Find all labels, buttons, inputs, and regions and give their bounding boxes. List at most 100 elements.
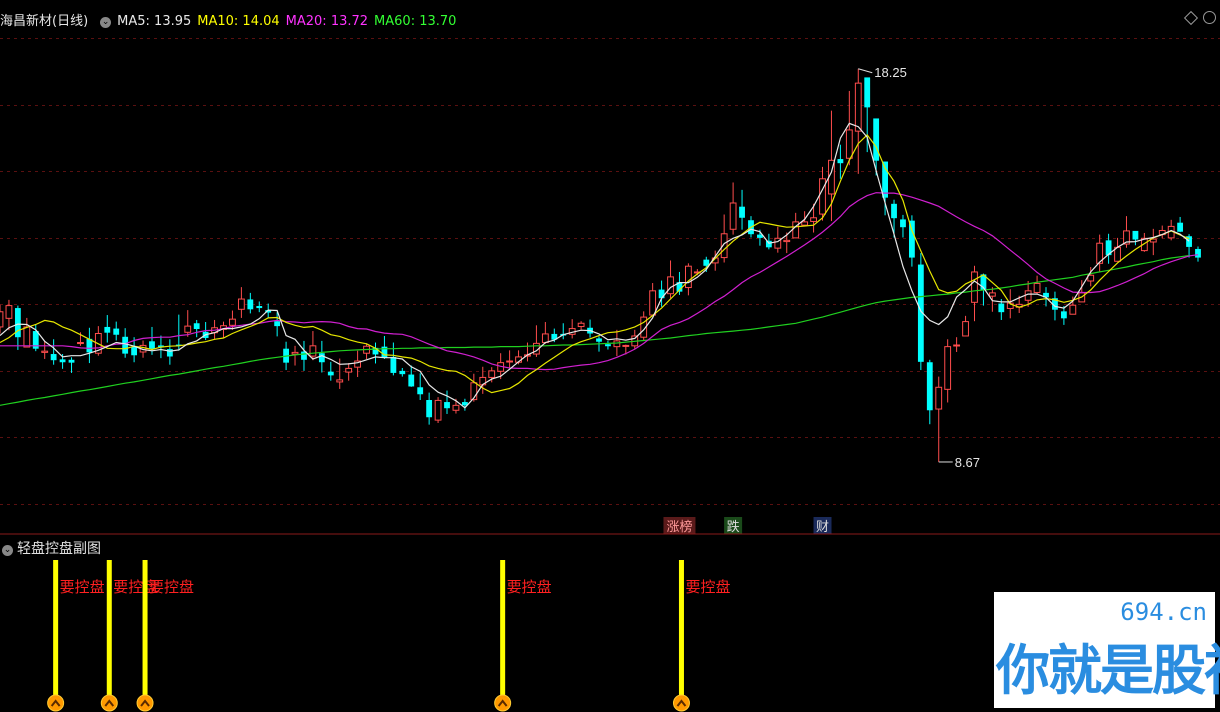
watermark-text: 你就是股神 <box>996 639 1220 702</box>
candle-body <box>452 404 460 411</box>
candle-body <box>541 333 549 344</box>
candle-body <box>1132 230 1139 240</box>
candle-body <box>729 202 737 230</box>
candle-body <box>765 240 772 248</box>
candle-body <box>237 298 245 310</box>
candle-body <box>274 321 281 327</box>
candle-body <box>104 326 111 333</box>
control-signal-subchart: 要控盘 要控盘要控盘 要控盘 要控盘 <box>47 560 730 712</box>
signal-bar <box>142 560 148 700</box>
candle-body <box>900 219 906 228</box>
candle-body <box>845 129 853 159</box>
event-tag-label: 涨榜 <box>666 519 692 535</box>
candle-body <box>596 338 602 342</box>
candle-body <box>149 341 155 349</box>
candle-body <box>434 399 442 421</box>
candle-body <box>953 344 961 347</box>
candle-body <box>229 318 236 326</box>
subchart-title: ⌄ 轻盘控盘副图 <box>0 538 101 558</box>
event-tag-label: 财 <box>816 520 829 535</box>
candle-body <box>5 305 13 319</box>
top-toolbar-strip[interactable] <box>0 0 1220 6</box>
candle-body <box>971 271 978 303</box>
ma20-label: MA20: 13.72 <box>285 14 369 29</box>
signal-bar <box>678 560 684 700</box>
signal-marker <box>494 694 512 712</box>
candlestick-series <box>0 68 1201 462</box>
signal-marker <box>100 694 118 712</box>
candle-body <box>801 221 809 226</box>
grid-lines <box>0 38 1220 505</box>
subchart-title-text: 轻盘控盘副图 <box>17 541 101 557</box>
candle-body <box>184 325 192 333</box>
candle-body <box>891 203 897 219</box>
candle-body <box>613 340 621 348</box>
candle-body <box>667 276 674 295</box>
candle-body <box>247 299 254 310</box>
dropdown-icon[interactable]: ⌄ <box>100 17 112 28</box>
candle-body <box>944 346 952 390</box>
signal-bar <box>106 560 112 700</box>
candle-body <box>345 367 353 373</box>
candle-body <box>488 370 496 378</box>
candle-body <box>122 336 129 354</box>
candle-body <box>77 342 84 345</box>
candle-body <box>837 159 844 164</box>
candle-body <box>506 360 514 363</box>
signal-marker <box>47 694 65 712</box>
candle-body <box>935 386 943 410</box>
candle-body <box>68 359 75 363</box>
candle-body <box>684 265 692 289</box>
candle-body <box>926 362 933 411</box>
candle-body <box>444 402 450 409</box>
candle-body <box>408 374 415 387</box>
candle-body <box>1069 304 1077 315</box>
candle-body <box>1195 248 1201 258</box>
candle-body <box>1033 282 1041 293</box>
candle-body <box>622 344 630 347</box>
candle-body <box>1060 311 1067 319</box>
candle-body <box>336 379 344 383</box>
event-tags[interactable]: 涨榜 跌 财 <box>663 517 832 535</box>
signal-bar <box>500 560 506 700</box>
candle-body <box>864 77 871 108</box>
watermark-url: 694.cn <box>1120 598 1207 626</box>
ma10-line <box>0 133 1190 394</box>
candle-body <box>426 400 433 418</box>
signal-marker <box>672 694 690 712</box>
signal-bar <box>53 560 59 700</box>
ma5-line <box>0 122 1190 409</box>
candle-body <box>113 328 120 335</box>
candle-body <box>873 118 880 161</box>
moving-average-lines <box>0 122 1199 409</box>
candle-body <box>390 356 397 373</box>
signal-marker <box>136 694 154 712</box>
dropdown-icon[interactable]: ⌄ <box>2 545 13 556</box>
candle-body <box>739 206 745 218</box>
candle-body <box>658 289 665 299</box>
high-pointer <box>858 68 873 74</box>
settings-icon[interactable] <box>1203 11 1216 24</box>
candle-body <box>649 290 657 316</box>
candle-body <box>819 178 826 215</box>
candle-body <box>50 354 57 361</box>
watermark: 694.cn 你就是股神 <box>994 592 1220 708</box>
low-label: 8.67 <box>955 455 980 470</box>
candle-body <box>291 351 299 355</box>
candle-body <box>998 303 1005 313</box>
signal-label: 要控盘 <box>507 578 552 596</box>
ma60-label: MA60: 13.70 <box>374 14 457 29</box>
candle-body <box>256 306 263 309</box>
candle-body <box>59 359 66 363</box>
candle-body <box>605 344 611 347</box>
candle-body <box>577 322 585 328</box>
ma10-label: MA10: 14.04 <box>197 14 280 29</box>
candle-body <box>23 326 31 348</box>
event-tag-label: 跌 <box>727 519 740 535</box>
high-label: 18.25 <box>874 65 907 80</box>
candle-body <box>810 217 817 222</box>
signal-label: 要控盘 <box>60 578 105 596</box>
candle-body <box>0 311 4 328</box>
candle-body <box>41 350 49 353</box>
candle-body <box>988 292 996 297</box>
